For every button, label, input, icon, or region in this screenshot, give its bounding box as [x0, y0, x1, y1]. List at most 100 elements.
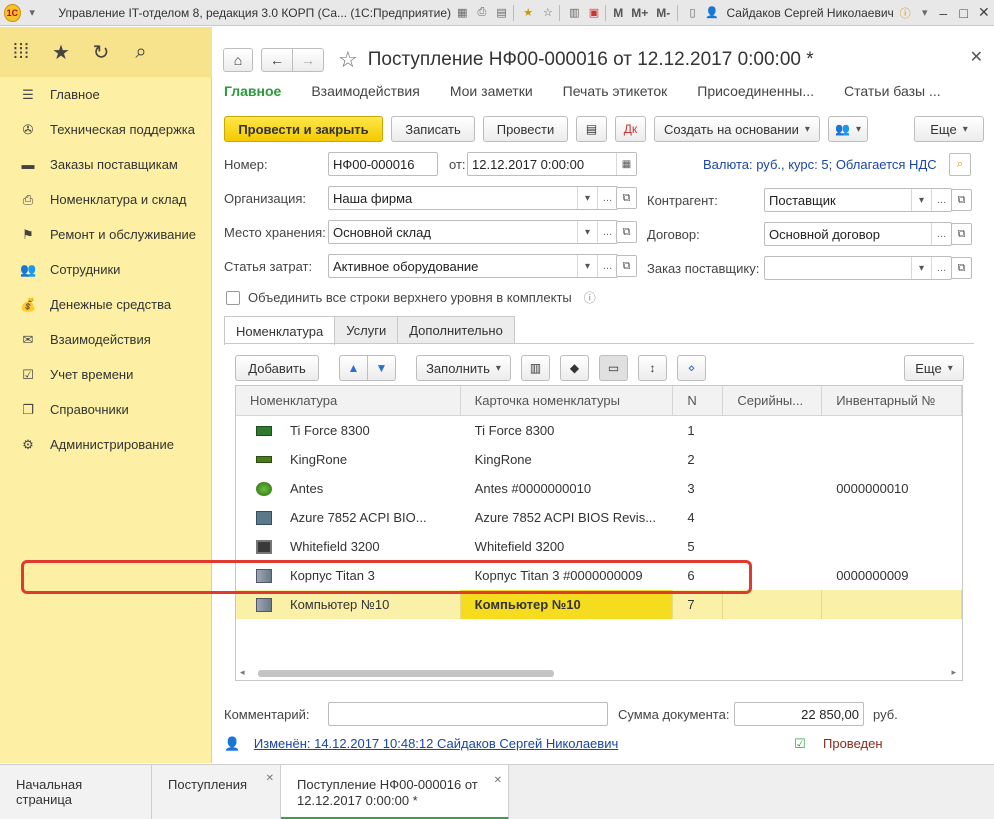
- info-icon[interactable]: ⓘ: [584, 289, 596, 306]
- minimize-button[interactable]: –: [933, 5, 953, 21]
- calendar-icon[interactable]: ▣: [586, 4, 603, 22]
- favorites-icon[interactable]: ☆: [539, 4, 556, 22]
- cell-inventory[interactable]: [822, 503, 962, 532]
- user-name[interactable]: Сайдаков Сергей Николаевич: [726, 6, 893, 20]
- cell-inventory[interactable]: [822, 445, 962, 474]
- kit-icon[interactable]: ▭: [599, 355, 628, 381]
- nomenclature-table[interactable]: Номенклатура Карточка номенклатуры N Сер…: [235, 385, 963, 681]
- sidebar-item-orders[interactable]: ▬ Заказы поставщикам: [0, 147, 211, 182]
- back-button[interactable]: ←: [261, 48, 293, 72]
- cell-inventory[interactable]: [822, 590, 962, 619]
- cell-nomenclature[interactable]: Whitefield 3200: [236, 532, 461, 561]
- cell-inventory[interactable]: [822, 532, 962, 561]
- cell-nomenclature[interactable]: Корпус Titan 3: [236, 561, 461, 590]
- cell-n[interactable]: 7: [673, 590, 724, 619]
- table-row[interactable]: Корпус Titan 3 Корпус Titan 3 #0000000009…: [236, 561, 962, 590]
- table-row[interactable]: Ti Force 8300 Ti Force 8300 1: [236, 416, 962, 445]
- cell-serial[interactable]: [723, 474, 822, 503]
- panels-icon[interactable]: ▯: [684, 4, 701, 22]
- scroll-right-icon[interactable]: ▸: [951, 667, 956, 678]
- table-row[interactable]: Azure 7852 ACPI BIO... Azure 7852 ACPI BI…: [236, 503, 962, 532]
- select-icon[interactable]: …: [597, 187, 617, 209]
- cell-nomenclature[interactable]: Ti Force 8300: [236, 416, 461, 445]
- sidebar-item-main[interactable]: ☰ Главное: [0, 77, 211, 112]
- tab-kb-articles[interactable]: Статьи базы ...: [844, 83, 941, 99]
- info-icon[interactable]: ⓘ: [897, 4, 914, 22]
- dropdown-icon[interactable]: ▾: [577, 187, 597, 209]
- open-storage-button[interactable]: ⧉: [616, 221, 637, 243]
- save-button[interactable]: Записать: [391, 116, 475, 142]
- memory-minus-button[interactable]: M-: [656, 6, 670, 20]
- cell-serial[interactable]: [723, 590, 823, 619]
- scroll-left-icon[interactable]: ◂: [240, 667, 245, 678]
- tab-labels-print[interactable]: Печать этикеток: [563, 83, 668, 99]
- tab-additional[interactable]: Дополнительно: [397, 316, 515, 344]
- sidebar-item-employees[interactable]: 👥 Сотрудники: [0, 252, 211, 287]
- select-icon[interactable]: …: [931, 223, 951, 245]
- dropdown-icon[interactable]: ▾: [577, 221, 597, 243]
- more-button[interactable]: Еще: [914, 116, 984, 142]
- cell-n[interactable]: 4: [673, 503, 723, 532]
- move-up-icon[interactable]: ▲: [339, 355, 368, 381]
- org-field[interactable]: Наша фирма ▾…: [328, 186, 618, 210]
- chevron-down-icon[interactable]: ▾: [916, 4, 933, 22]
- dt-kt-icon[interactable]: Дк: [615, 116, 646, 142]
- tab-attached[interactable]: Присоединенны...: [697, 83, 814, 99]
- table-row[interactable]: Whitefield 3200 Whitefield 3200 5: [236, 532, 962, 561]
- star-icon[interactable]: ★: [50, 40, 72, 65]
- post-and-close-button[interactable]: Провести и закрыть: [224, 116, 383, 142]
- document-icon[interactable]: ▤: [576, 116, 607, 142]
- counterparty-field[interactable]: Поставщик ▾…: [764, 188, 952, 212]
- cell-card[interactable]: KingRone: [461, 445, 674, 474]
- cell-serial[interactable]: [723, 445, 822, 474]
- sidebar-item-admin[interactable]: ⚙ Администрирование: [0, 427, 211, 462]
- calculator-icon[interactable]: ▥: [566, 4, 583, 22]
- calendar-icon[interactable]: ▦: [616, 153, 636, 175]
- cell-serial[interactable]: [723, 503, 822, 532]
- eraser-icon[interactable]: ◆: [560, 355, 589, 381]
- history-icon[interactable]: ↻: [90, 40, 112, 65]
- cell-inventory[interactable]: [822, 416, 962, 445]
- number-field[interactable]: НФ00-000016: [328, 152, 438, 176]
- scrollbar-thumb[interactable]: [258, 670, 554, 677]
- select-icon[interactable]: …: [931, 257, 951, 279]
- select-icon[interactable]: …: [597, 255, 617, 277]
- fill-button[interactable]: Заполнить: [416, 355, 511, 381]
- cell-inventory[interactable]: 0000000009: [822, 561, 962, 590]
- post-button[interactable]: Провести: [483, 116, 568, 142]
- tab-nomenclature[interactable]: Номенклатура: [224, 316, 336, 345]
- structure-icon[interactable]: ⋄: [677, 355, 706, 381]
- close-tab-icon[interactable]: ✕: [266, 773, 274, 784]
- changed-link[interactable]: Изменён: 14.12.2017 10:48:12 Сайдаков Се…: [254, 736, 618, 751]
- search-details-button[interactable]: ⌕: [949, 153, 971, 176]
- table-row[interactable]: KingRone KingRone 2: [236, 445, 962, 474]
- sidebar-item-nomenclature[interactable]: ⎙ Номенклатура и склад: [0, 182, 211, 217]
- memory-plus-button[interactable]: M+: [631, 6, 648, 20]
- contract-field[interactable]: Основной договор…: [764, 222, 952, 246]
- sidebar-item-support[interactable]: ✇ Техническая поддержка: [0, 112, 211, 147]
- taskbar-tab-receipts[interactable]: Поступления ✕: [152, 765, 281, 819]
- cell-serial[interactable]: [723, 416, 822, 445]
- preview-icon[interactable]: ▤: [493, 4, 510, 22]
- dropdown-icon[interactable]: ▾: [911, 257, 931, 279]
- tab-services[interactable]: Услуги: [334, 316, 399, 344]
- column-n[interactable]: N: [673, 386, 724, 415]
- cell-nomenclature[interactable]: Компьютер №10: [236, 590, 461, 619]
- link-icon[interactable]: ▦: [454, 4, 471, 22]
- cell-n[interactable]: 1: [673, 416, 723, 445]
- comment-field[interactable]: [328, 702, 608, 726]
- cell-nomenclature[interactable]: Antes: [236, 474, 461, 503]
- forward-button[interactable]: →: [292, 48, 324, 72]
- cell-serial[interactable]: [723, 532, 822, 561]
- maximize-button[interactable]: □: [953, 5, 973, 21]
- cell-card[interactable]: Корпус Titan 3 #0000000009: [461, 561, 674, 590]
- add-button[interactable]: Добавить: [235, 355, 319, 381]
- open-order-button[interactable]: ⧉: [951, 257, 972, 279]
- tab-interactions[interactable]: Взаимодействия: [311, 83, 420, 99]
- sidebar-item-time[interactable]: ☑ Учет времени: [0, 357, 211, 392]
- currency-info-link[interactable]: Валюта: руб., курс: 5; Облагается НДС: [703, 157, 937, 172]
- select-icon[interactable]: …: [597, 221, 617, 243]
- memory-button[interactable]: M: [613, 6, 623, 20]
- column-card[interactable]: Карточка номенклатуры: [461, 386, 674, 415]
- combine-kits-checkbox[interactable]: [226, 290, 240, 305]
